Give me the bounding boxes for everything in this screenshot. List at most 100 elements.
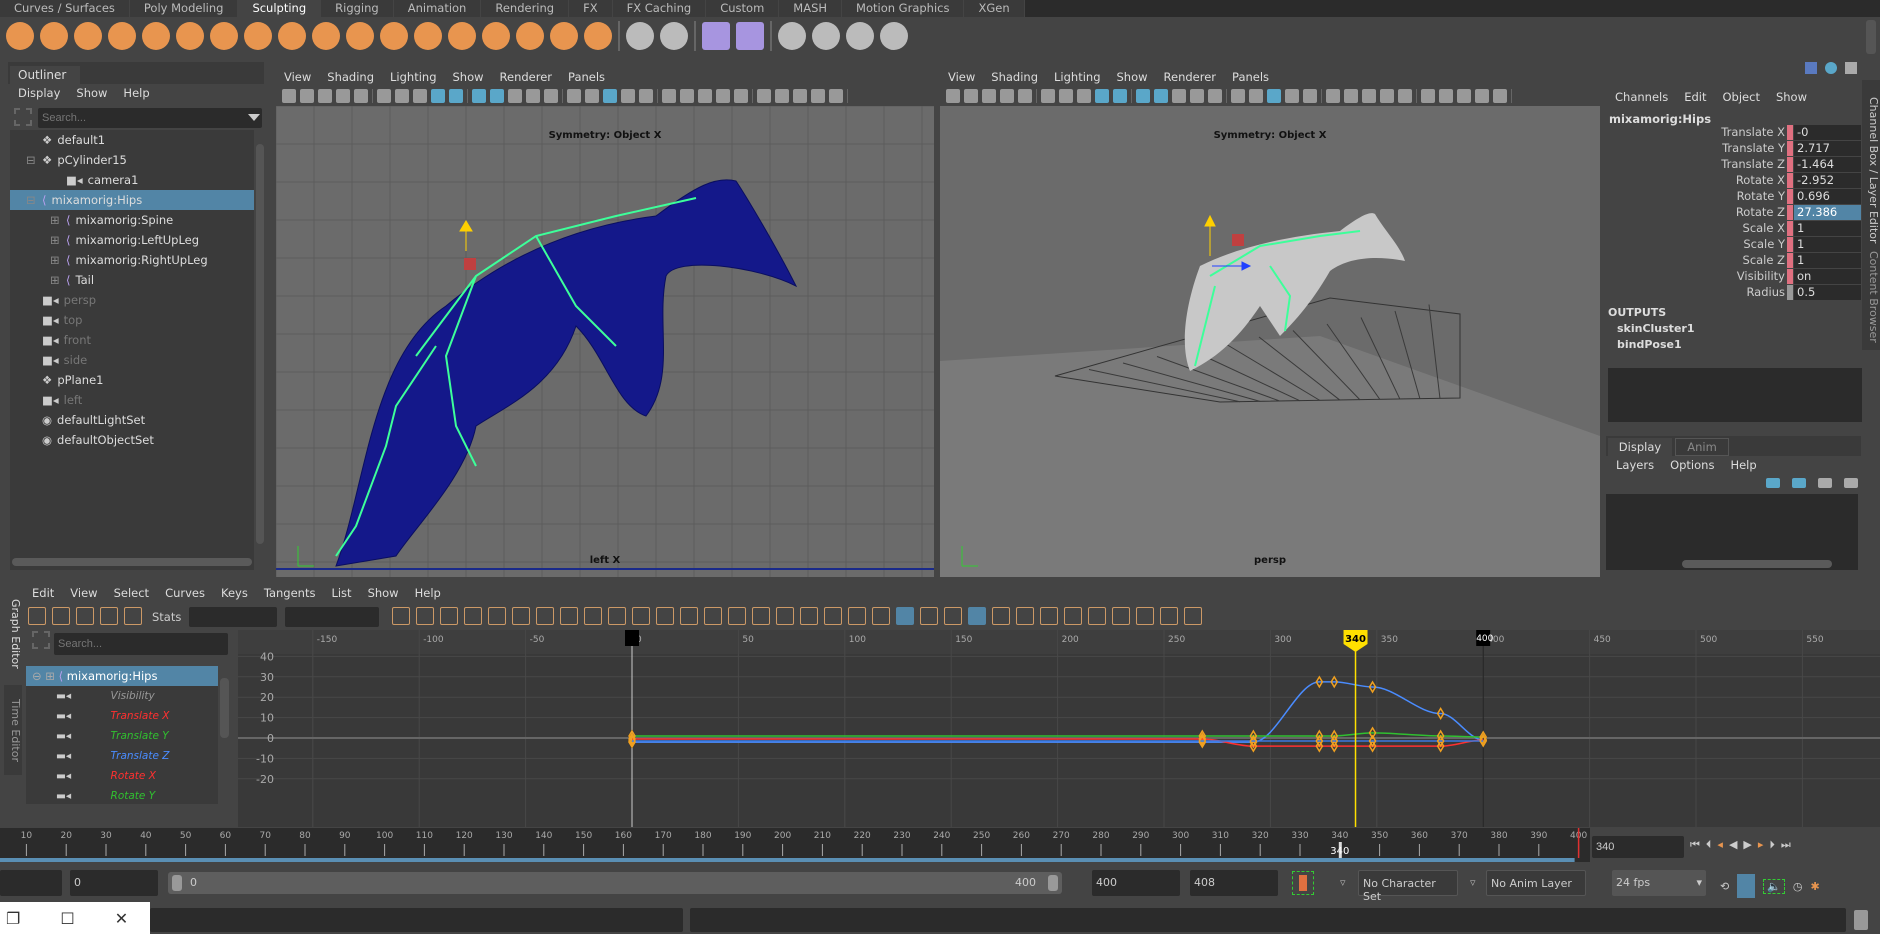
outliner-item[interactable]: ❖ default1	[10, 130, 254, 150]
move-key-icon[interactable]	[28, 607, 46, 625]
graph-tool-icon[interactable]	[752, 607, 770, 625]
layer-move-down-icon[interactable]	[1792, 478, 1806, 488]
menu-edit[interactable]: Edit	[1684, 90, 1706, 104]
viewport-tool-icon[interactable]	[1095, 89, 1109, 103]
stats-field-value[interactable]	[285, 607, 380, 627]
mash-2-icon[interactable]	[812, 22, 840, 50]
viewport-tool-icon[interactable]	[1457, 89, 1471, 103]
channel-row[interactable]: Rotate Y 0.696	[1603, 188, 1861, 204]
viewport-tool-icon[interactable]	[1077, 89, 1091, 103]
graph-tool-icon[interactable]	[824, 607, 842, 625]
lattice-icon[interactable]	[76, 607, 94, 625]
menu-keys[interactable]: Keys	[221, 586, 248, 600]
graph-channel-item[interactable]: ▬◂ Rotate Y	[26, 786, 218, 806]
menu-show[interactable]: Show	[1776, 90, 1807, 104]
channel-row[interactable]: Rotate X -2.952	[1603, 172, 1861, 188]
graph-tool-icon[interactable]	[608, 607, 626, 625]
menu-shading[interactable]: Shading	[327, 70, 374, 84]
channel-row[interactable]: Scale X 1	[1603, 220, 1861, 236]
viewport-tool-icon[interactable]	[377, 89, 391, 103]
sculpt-character-icon[interactable]	[736, 22, 764, 50]
fox-mesh-wireframe[interactable]	[335, 179, 798, 567]
channel-row[interactable]: Rotate Z 27.386	[1603, 204, 1861, 220]
collapse-icon[interactable]: ⊖ ⊞	[32, 669, 59, 683]
viewport-tool-icon[interactable]	[472, 89, 486, 103]
graph-channel-item[interactable]: ▬◂ Rotate X	[26, 766, 218, 786]
graph-tool-icon[interactable]	[1112, 607, 1130, 625]
range-slider[interactable]: 0 400	[168, 872, 1062, 894]
viewport-tool-icon[interactable]	[1303, 89, 1317, 103]
insert-key-icon[interactable]	[52, 607, 70, 625]
wax-icon[interactable]	[346, 22, 374, 50]
tab-time-editor[interactable]: Time Editor	[4, 685, 22, 775]
viewport-tool-icon[interactable]	[1231, 89, 1245, 103]
graph-outliner-search-input[interactable]	[54, 633, 228, 655]
step-back-key-icon[interactable]: ◂	[1717, 838, 1723, 852]
mash-3-icon[interactable]	[846, 22, 874, 50]
viewport-tool-icon[interactable]	[1326, 89, 1340, 103]
viewport-tool-icon[interactable]	[1041, 89, 1055, 103]
channel-row[interactable]: Radius 0.5	[1603, 284, 1861, 300]
outliner-tab[interactable]: Outliner	[10, 66, 80, 84]
viewport-tool-icon[interactable]	[318, 89, 332, 103]
sculpt-geometry-icon[interactable]	[702, 22, 730, 50]
graph-tool-icon[interactable]	[632, 607, 650, 625]
menu-show[interactable]: Show	[453, 70, 484, 84]
channel-value[interactable]: 0.696	[1794, 189, 1861, 204]
region-select-icon[interactable]	[100, 607, 118, 625]
move-manipulator-y[interactable]	[1204, 214, 1216, 256]
outliner-item[interactable]: ⊞ ⟨ mixamorig:LeftUpLeg	[10, 230, 254, 250]
shelf-tab[interactable]: Curves / Surfaces	[0, 0, 130, 17]
scrape-icon[interactable]	[380, 22, 408, 50]
step-forward-key-icon[interactable]: ▸	[1758, 838, 1764, 852]
outliner-item[interactable]: ⊞ ⟨ mixamorig:RightUpLeg	[10, 250, 254, 270]
graph-tool-icon[interactable]	[776, 607, 794, 625]
viewport-tool-icon[interactable]	[1018, 89, 1032, 103]
viewport-tool-icon[interactable]	[431, 89, 445, 103]
viewport-tool-icon[interactable]	[354, 89, 368, 103]
viewport-tool-icon[interactable]	[662, 89, 676, 103]
new-layer-selected-icon[interactable]	[1844, 478, 1858, 488]
fill-icon[interactable]	[414, 22, 442, 50]
graph-tool-icon[interactable]	[584, 607, 602, 625]
filter-icon[interactable]	[14, 108, 32, 126]
graph-tool-icon[interactable]	[656, 607, 674, 625]
tab-anim[interactable]: Anim	[1675, 438, 1729, 456]
graph-channel-item[interactable]: ▬◂ Visibility	[26, 686, 218, 706]
viewport-tool-icon[interactable]	[698, 89, 712, 103]
menu-lighting[interactable]: Lighting	[390, 70, 436, 84]
channel-value[interactable]: 27.386	[1794, 205, 1861, 220]
viewport-tool-icon[interactable]	[1493, 89, 1507, 103]
fps-dropdown[interactable]: 24 fps ▾	[1612, 870, 1706, 896]
viewport-tool-icon[interactable]	[490, 89, 504, 103]
graph-tool-icon[interactable]	[1184, 607, 1202, 625]
range-end-handle[interactable]	[1048, 875, 1058, 891]
outliner-item[interactable]: ■◂ persp	[10, 290, 254, 310]
outliner-item[interactable]: ◉ defaultLightSet	[10, 410, 254, 430]
expand-plus-icon[interactable]: ⊞	[50, 270, 60, 290]
outliner-item[interactable]: ❖ pPlane1	[10, 370, 254, 390]
viewport-tool-icon[interactable]	[621, 89, 635, 103]
viewport-canvas-left[interactable]	[276, 106, 934, 577]
manipulator-center[interactable]	[464, 258, 476, 270]
menu-display[interactable]: Display	[18, 86, 60, 100]
output-item[interactable]: skinCluster1	[1617, 322, 1694, 335]
menu-options[interactable]: Options	[1670, 458, 1714, 472]
viewport-tool-icon[interactable]	[716, 89, 730, 103]
shelf-tab[interactable]: Custom	[706, 0, 780, 17]
graph-tool-icon[interactable]	[1136, 607, 1154, 625]
shelf-tab[interactable]: Rendering	[481, 0, 570, 17]
play-backwards-icon[interactable]: ◀	[1729, 838, 1737, 852]
shelf-tab[interactable]: FX	[569, 0, 613, 17]
menu-panels[interactable]: Panels	[568, 70, 605, 84]
channel-value[interactable]: 1	[1794, 253, 1861, 268]
imprint-icon[interactable]	[312, 22, 340, 50]
viewport-tool-icon[interactable]	[508, 89, 522, 103]
filter-icon[interactable]	[32, 631, 50, 649]
viewport-tool-icon[interactable]	[811, 89, 825, 103]
shelf-tab[interactable]: Rigging	[321, 0, 394, 17]
channel-box-icon[interactable]	[1845, 62, 1857, 74]
expand-plus-icon[interactable]: ⊞	[50, 210, 60, 230]
graph-channel-item[interactable]: ▬◂ Translate X	[26, 706, 218, 726]
graph-tool-icon[interactable]	[1064, 607, 1082, 625]
